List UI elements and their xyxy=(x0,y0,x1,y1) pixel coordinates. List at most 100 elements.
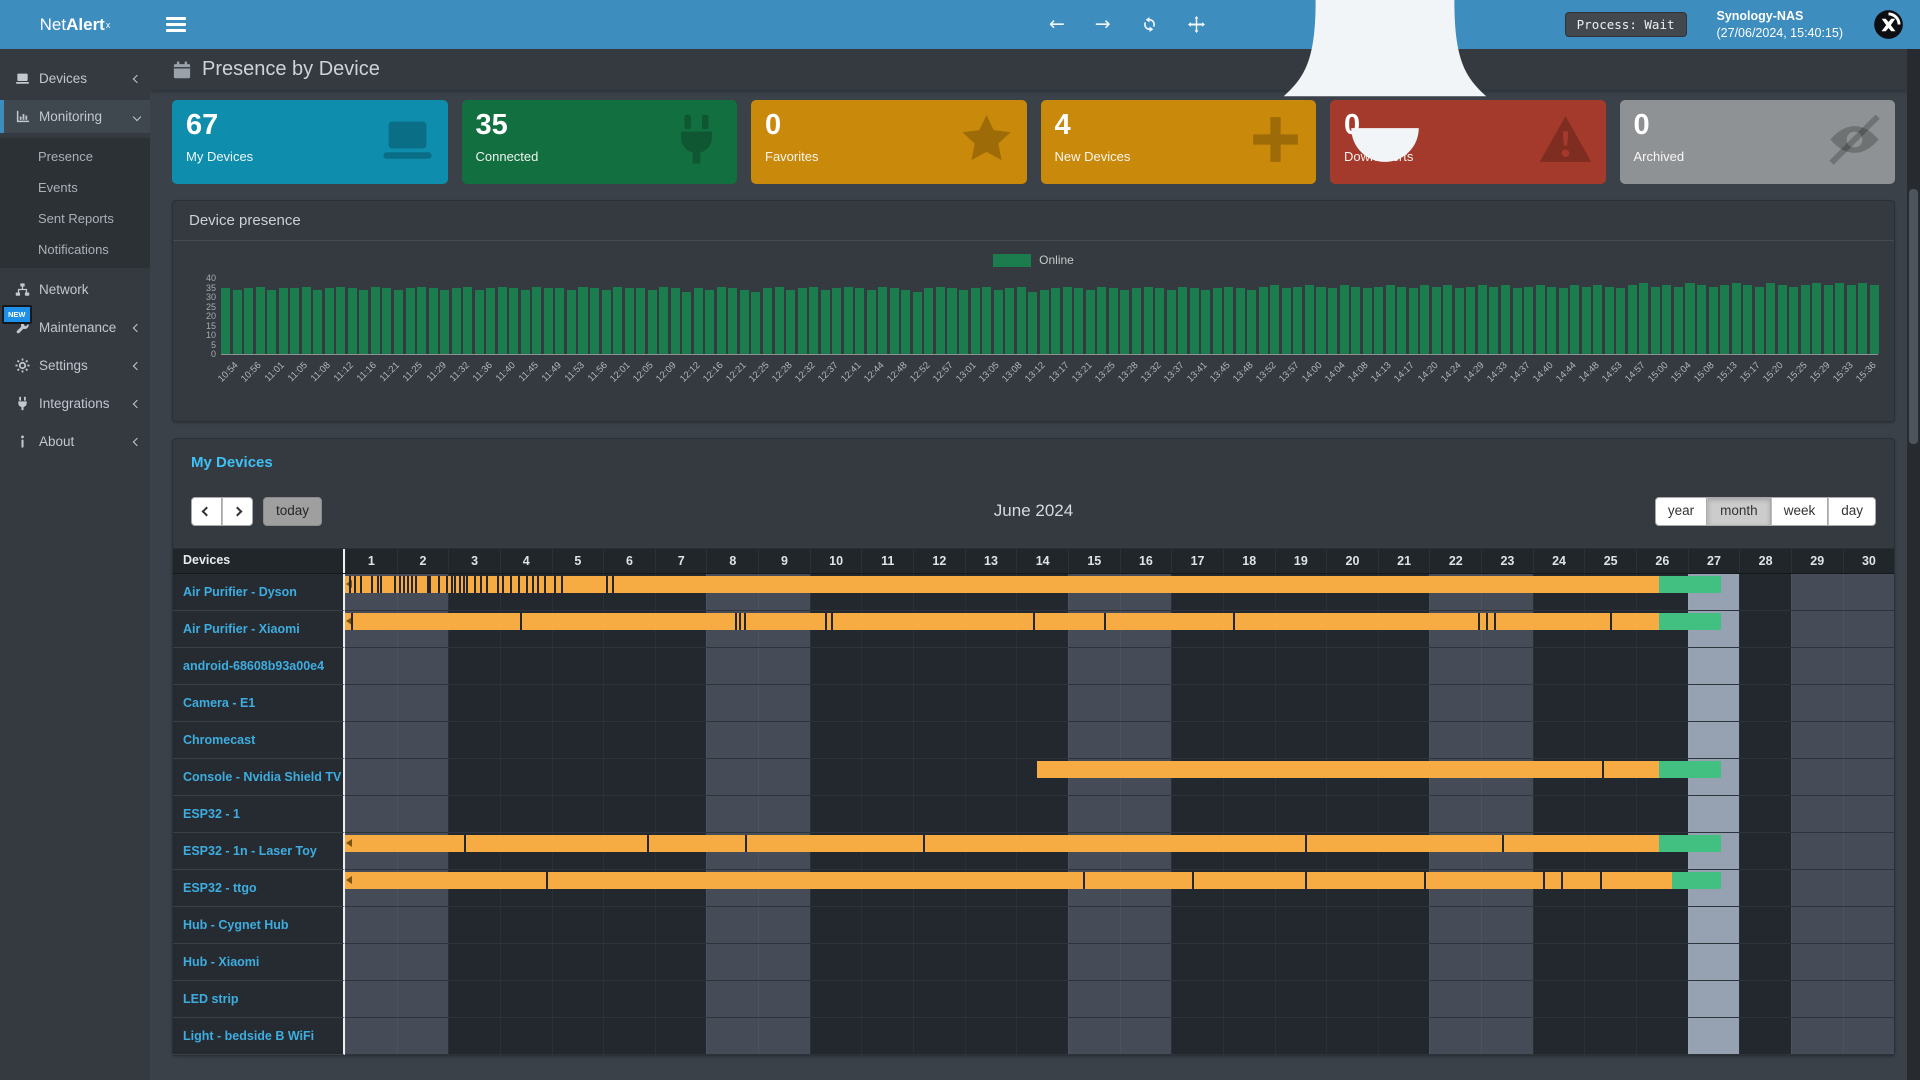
chart-bar xyxy=(1190,288,1199,354)
offline-gap-tick xyxy=(520,613,522,630)
day-cell xyxy=(706,648,758,684)
device-name-link[interactable]: ESP32 - 1n - Laser Toy xyxy=(173,833,345,870)
sidebar-subitem-notifications[interactable]: Notifications xyxy=(0,234,150,265)
chart-bar xyxy=(1685,283,1694,354)
sidebar-link-monitoring[interactable]: Monitoring xyxy=(0,100,150,133)
day-cell xyxy=(1791,611,1843,647)
calendar-view-year-button[interactable]: year xyxy=(1655,497,1707,526)
notifications-bell[interactable]: 15 xyxy=(1235,0,1535,175)
device-name-link[interactable]: ESP32 - 1 xyxy=(173,796,345,833)
chart-bar xyxy=(1616,288,1625,354)
device-name-link[interactable]: Hub - Cygnet Hub xyxy=(173,907,345,944)
day-cell xyxy=(1326,796,1378,832)
sidebar-link-settings[interactable]: Settings xyxy=(0,349,150,382)
day-cell xyxy=(1223,722,1275,758)
day-cell xyxy=(810,1018,862,1054)
chart-bar xyxy=(717,287,726,355)
calendar-today-button[interactable]: today xyxy=(263,497,322,526)
day-cell xyxy=(1791,648,1843,684)
sidebar-subitem-presence[interactable]: Presence xyxy=(0,141,150,172)
presence-event[interactable] xyxy=(1037,761,1659,778)
calendar-grid: Devices 12345678910111213141516171819202… xyxy=(173,548,1894,1055)
device-name-link[interactable]: LED strip xyxy=(173,981,345,1018)
my-devices-heading[interactable]: My Devices xyxy=(173,439,1894,471)
chart-bar xyxy=(486,288,495,354)
sidebar-link-about[interactable]: About xyxy=(0,425,150,458)
sidebar-link-integrations[interactable]: Integrations xyxy=(0,387,150,420)
chart-bar xyxy=(544,288,553,354)
day-cell xyxy=(1068,907,1120,943)
device-name-link[interactable]: Console - Nvidia Shield TV xyxy=(173,759,345,796)
menu-toggle-icon[interactable] xyxy=(166,14,186,36)
move-arrows-icon[interactable] xyxy=(1188,16,1205,33)
offline-gap-tick xyxy=(407,576,409,593)
chart-bar xyxy=(602,290,611,354)
day-cell xyxy=(1068,1018,1120,1054)
device-timeline xyxy=(345,870,1894,907)
chart-bar xyxy=(1720,285,1729,354)
presence-event-recent[interactable] xyxy=(1672,872,1721,889)
chart-plot-area xyxy=(221,279,1878,355)
presence-event[interactable] xyxy=(345,872,1672,889)
calendar-view-week-button[interactable]: week xyxy=(1771,497,1829,526)
day-cell xyxy=(1120,944,1172,980)
day-cell xyxy=(1843,796,1895,832)
stat-card-connected[interactable]: 35Connected xyxy=(462,100,738,184)
device-name-link[interactable]: Chromecast xyxy=(173,722,345,759)
chart-bar xyxy=(636,288,645,354)
chart-bar xyxy=(901,290,910,354)
day-cell xyxy=(1275,1018,1327,1054)
presence-event[interactable] xyxy=(345,613,1659,630)
presence-event-recent[interactable] xyxy=(1659,761,1721,778)
calendar-view-month-button[interactable]: month xyxy=(1707,497,1771,526)
scrollbar-thumb[interactable] xyxy=(1909,189,1918,444)
device-name-link[interactable]: ESP32 - ttgo xyxy=(173,870,345,907)
device-name-link[interactable]: Air Purifier - Xiaomi xyxy=(173,611,345,648)
device-name-link[interactable]: Air Purifier - Dyson xyxy=(173,574,345,611)
day-cell xyxy=(1068,796,1120,832)
day-header-21: 21 xyxy=(1378,549,1430,573)
chart-bar xyxy=(359,290,368,354)
chart-legend[interactable]: Online xyxy=(189,253,1878,267)
device-name-link[interactable]: Hub - Xiaomi xyxy=(173,944,345,981)
app-logo[interactable]: NetAlertx xyxy=(0,0,150,49)
device-name-link[interactable]: Camera - E1 xyxy=(173,685,345,722)
stat-card-my-devices[interactable]: 67My Devices xyxy=(172,100,448,184)
presence-event-recent[interactable] xyxy=(1659,576,1721,593)
day-cell xyxy=(345,981,397,1017)
offline-gap-tick xyxy=(1305,872,1307,889)
device-row-air-purifier-xiaomi: Air Purifier - Xiaomi xyxy=(173,611,1894,648)
chart-bar xyxy=(267,290,276,354)
chart-bar xyxy=(1639,283,1648,354)
chart-bar xyxy=(1524,287,1533,355)
page-scrollbar[interactable] xyxy=(1907,49,1920,1080)
presence-event[interactable] xyxy=(345,835,1659,852)
calendar-prev-button[interactable] xyxy=(191,497,222,526)
sidebar-subitem-events[interactable]: Events xyxy=(0,172,150,203)
calendar-next-button[interactable] xyxy=(222,497,253,526)
day-cell xyxy=(1326,722,1378,758)
refresh-icon[interactable] xyxy=(1141,16,1158,33)
sidebar-link-network[interactable]: Network xyxy=(0,273,150,306)
calendar-view-day-button[interactable]: day xyxy=(1828,497,1876,526)
back-arrow-icon[interactable]: ← xyxy=(1049,15,1065,34)
presence-event[interactable] xyxy=(345,576,1659,593)
presence-event-recent[interactable] xyxy=(1659,613,1721,630)
avatar[interactable] xyxy=(1873,9,1904,40)
chart-bar xyxy=(1489,287,1498,355)
device-name-link[interactable]: Light - bedside B WiFi xyxy=(173,1018,345,1055)
presence-event-recent[interactable] xyxy=(1659,835,1721,852)
day-cell xyxy=(1120,1018,1172,1054)
day-cell xyxy=(345,685,397,721)
chart-bar xyxy=(786,290,795,354)
sidebar-subitem-sent-reports[interactable]: Sent Reports xyxy=(0,203,150,234)
sidebar-link-devices[interactable]: Devices xyxy=(0,62,150,95)
offline-gap-tick xyxy=(1543,872,1545,889)
device-name-link[interactable]: android-68608b93a00e4 xyxy=(173,648,345,685)
process-status-pill[interactable]: Process: Wait xyxy=(1565,12,1687,37)
forward-arrow-icon[interactable]: → xyxy=(1095,15,1111,34)
chart-bar xyxy=(440,290,449,354)
chevron-left-icon xyxy=(133,361,141,369)
stat-card-favorites[interactable]: 0Favorites xyxy=(751,100,1027,184)
chart-bar xyxy=(728,288,737,354)
